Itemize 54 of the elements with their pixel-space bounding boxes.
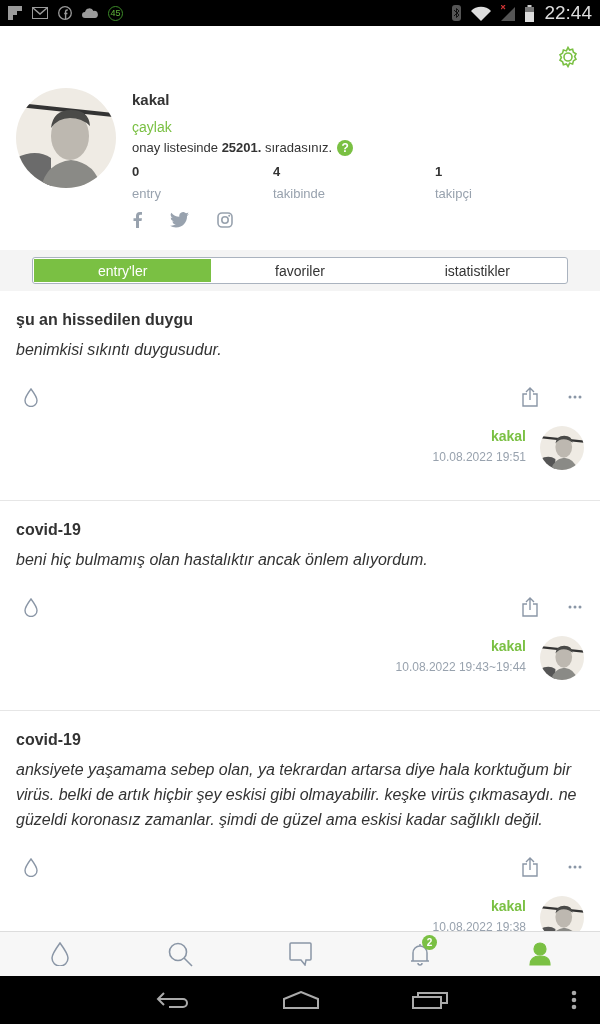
- stat-label[interactable]: takipçi: [435, 185, 555, 203]
- entry-date[interactable]: 10.08.2022 19:43~19:44: [395, 659, 526, 675]
- bluetooth-icon: [452, 5, 462, 21]
- entry-title[interactable]: covid-19: [16, 519, 584, 541]
- queue-text: onay listesinde 25201. sıradasınız.: [132, 139, 333, 157]
- profile-icon[interactable]: [529, 942, 551, 966]
- wifi-icon: [471, 5, 492, 21]
- battery-icon: [525, 4, 535, 22]
- recent-apps-icon[interactable]: [412, 991, 448, 1009]
- entry-text: benimkisi sıkıntı duygusudur.: [16, 340, 223, 360]
- back-icon[interactable]: [156, 991, 189, 1009]
- flipboard-icon: [8, 6, 22, 20]
- tab[interactable]: entry'ler: [34, 259, 212, 282]
- entry-title[interactable]: şu an hissedilen duygu: [16, 309, 584, 331]
- menu-icon[interactable]: [571, 990, 577, 1010]
- entry-title[interactable]: covid-19: [16, 729, 584, 751]
- facebook-icon: [58, 6, 72, 20]
- twitter-icon[interactable]: [170, 212, 189, 228]
- stat-value[interactable]: 1: [435, 164, 555, 180]
- stat-label[interactable]: takibinde: [273, 185, 435, 203]
- drop-icon[interactable]: [51, 942, 69, 966]
- rank-label[interactable]: çaylak: [132, 118, 555, 136]
- signal-icon: [501, 5, 516, 21]
- drop-icon[interactable]: [24, 387, 38, 407]
- mail-icon: [32, 7, 48, 19]
- stat-value[interactable]: 0: [132, 164, 273, 180]
- instagram-icon[interactable]: [217, 212, 233, 228]
- clock-time: 22:44: [544, 2, 592, 24]
- share-icon[interactable]: [522, 387, 538, 407]
- more-icon[interactable]: [568, 395, 582, 399]
- share-icon[interactable]: [522, 597, 538, 617]
- search-icon[interactable]: [167, 941, 193, 967]
- author-name[interactable]: kakal: [490, 896, 526, 916]
- more-icon[interactable]: [568, 605, 582, 609]
- help-button[interactable]: ?: [337, 140, 354, 156]
- more-icon[interactable]: [568, 865, 582, 869]
- entry-text: anksiyete yaşamama sebep olan, ya tekrardan artarsa diye hala korktuğum bir virüs. belki de artık hiçbir şey eskisi gibi olmayabilir. keşke virüs çıkmasaydı. ne güzeldi koronasız zamanlar. şimdi de güzel ama eskisi kadar sağlıklı değil.: [16, 760, 578, 830]
- entry-text: beni hiç bulmamış olan hastalıktır ancak önlem alıyordum.: [16, 550, 429, 570]
- username: kakal: [132, 90, 171, 110]
- stat-label[interactable]: entry: [132, 185, 273, 203]
- settings-icon[interactable]: [557, 46, 579, 68]
- entry-date[interactable]: 10.08.2022 19:38: [432, 919, 526, 931]
- drop-icon[interactable]: [24, 857, 38, 877]
- share-icon[interactable]: [522, 857, 538, 877]
- facebook-icon[interactable]: [133, 212, 142, 228]
- cloud-icon: [82, 8, 98, 18]
- home-icon[interactable]: [283, 991, 319, 1009]
- message-icon[interactable]: [288, 942, 312, 966]
- author-name[interactable]: kakal: [490, 426, 526, 446]
- entry-date[interactable]: 10.08.2022 19:51: [432, 449, 526, 465]
- stat-value[interactable]: 4: [273, 164, 435, 180]
- drop-icon[interactable]: [24, 597, 38, 617]
- author-name[interactable]: kakal: [490, 636, 526, 656]
- notification-count: 2: [422, 935, 437, 950]
